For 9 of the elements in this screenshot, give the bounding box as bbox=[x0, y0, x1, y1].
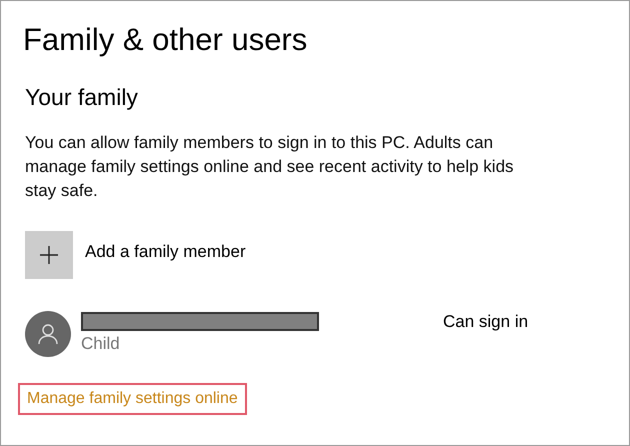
member-status: Can sign in bbox=[443, 311, 528, 333]
section-heading: Your family bbox=[25, 83, 138, 111]
description-text: You can allow family members to sign in to this PC. Adults can manage family settings online and see recent activity to help kids stay safe. bbox=[25, 132, 515, 202]
avatar-icon bbox=[25, 311, 71, 357]
add-member-label[interactable]: Add a family member bbox=[85, 241, 246, 263]
plus-icon bbox=[39, 245, 59, 265]
page-title: Family & other users bbox=[23, 21, 308, 59]
add-member-button[interactable] bbox=[25, 231, 73, 279]
member-role: Child bbox=[81, 333, 120, 355]
